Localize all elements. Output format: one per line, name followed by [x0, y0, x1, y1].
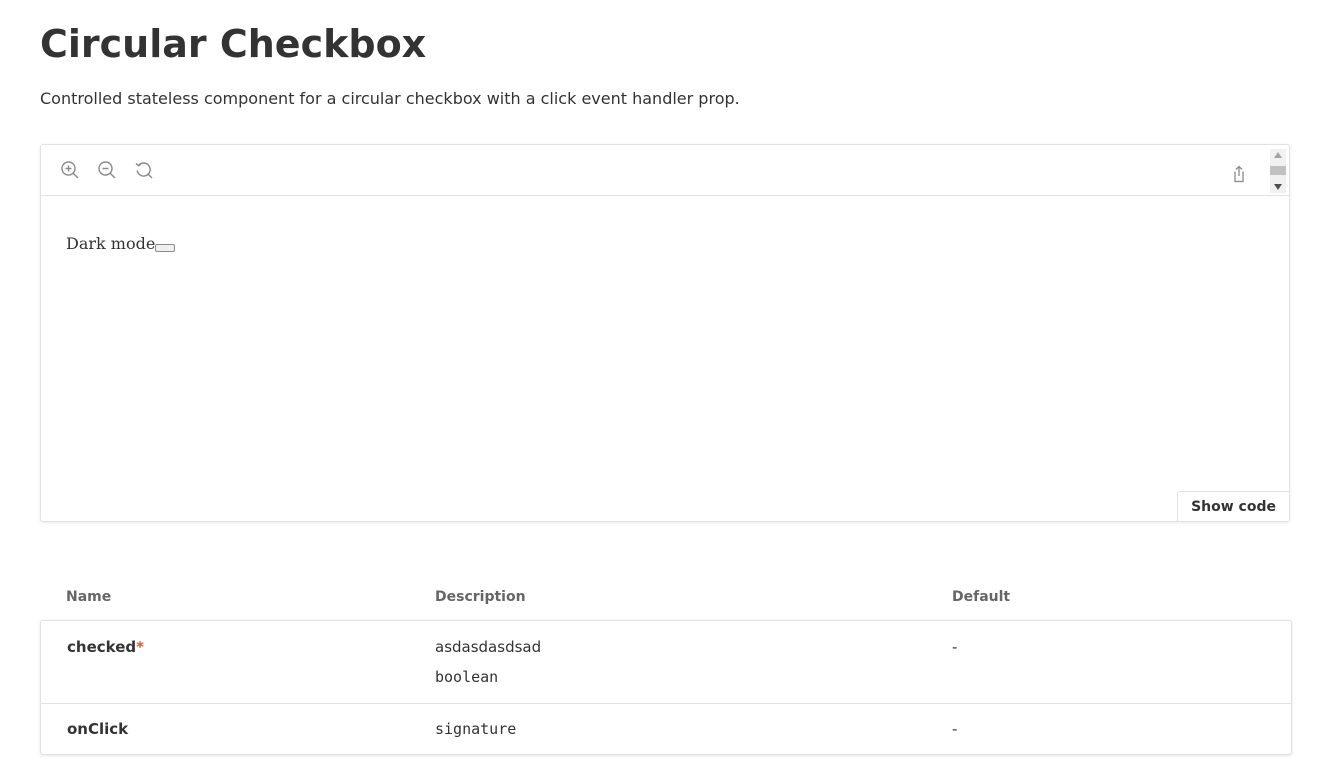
preview-toolbar — [41, 145, 1289, 196]
table-row: onClick signature - — [41, 704, 1291, 754]
zoom-out-icon — [98, 161, 116, 179]
scroll-thumb[interactable] — [1270, 166, 1286, 175]
prop-type: boolean — [435, 668, 499, 686]
preview-panel: Dark mode Show code — [40, 144, 1290, 522]
dark-mode-checkbox[interactable] — [155, 244, 176, 252]
props-table: checked* asdasdasdsad boolean - onClick … — [40, 620, 1292, 755]
column-header-name: Name — [66, 589, 112, 605]
show-code-button[interactable]: Show code — [1177, 491, 1289, 521]
prop-name: checked* — [67, 638, 144, 656]
prop-description: asdasdasdsad — [435, 638, 542, 656]
scroll-up-arrow-icon[interactable] — [1274, 152, 1282, 158]
required-marker: * — [136, 638, 144, 656]
zoom-out-button[interactable] — [96, 159, 118, 181]
page-title: Circular Checkbox — [40, 22, 427, 66]
dark-mode-control[interactable]: Dark mode — [66, 234, 176, 254]
page-description: Controlled stateless component for a cir… — [40, 89, 740, 108]
reset-zoom-button[interactable] — [133, 159, 155, 181]
preview-content: Dark mode Show code — [41, 196, 1289, 521]
prop-name: onClick — [67, 720, 129, 738]
prop-type: signature — [435, 720, 517, 738]
reset-zoom-icon — [135, 162, 153, 179]
prop-default: - — [952, 720, 958, 738]
column-header-description: Description — [435, 589, 526, 605]
dark-mode-label: Dark mode — [66, 234, 156, 253]
column-header-default: Default — [952, 589, 1011, 605]
share-icon — [1234, 165, 1244, 183]
table-row: checked* asdasdasdsad boolean - — [41, 621, 1291, 704]
toolbar-scrollbar[interactable] — [1270, 149, 1286, 193]
zoom-in-button[interactable] — [59, 159, 81, 181]
scroll-down-arrow-icon[interactable] — [1274, 184, 1282, 190]
share-button[interactable] — [1228, 163, 1250, 185]
props-table-header: Name Description Default — [0, 589, 1335, 609]
prop-default: - — [952, 638, 958, 656]
zoom-in-icon — [61, 161, 79, 179]
